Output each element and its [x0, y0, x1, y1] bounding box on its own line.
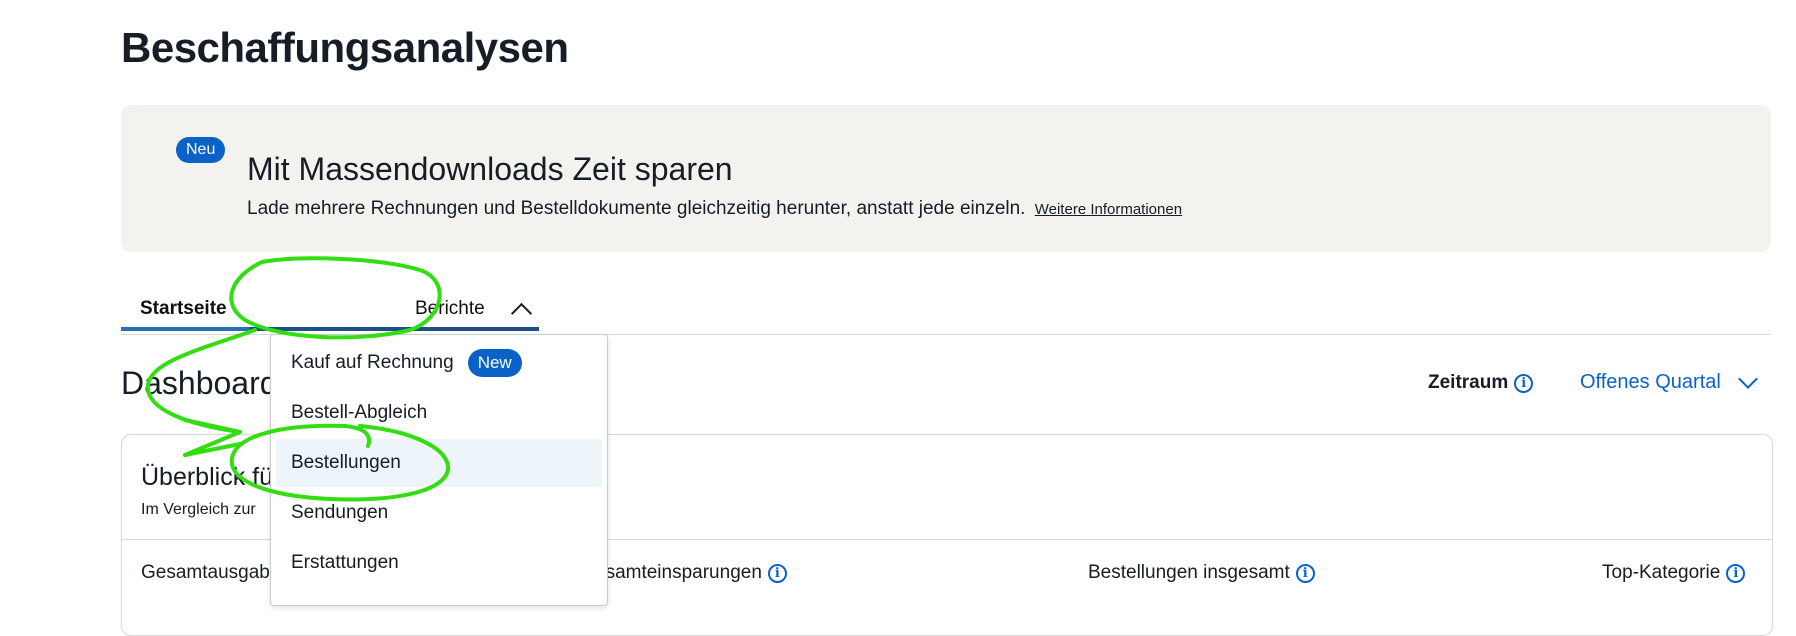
info-icon[interactable]: i [1514, 373, 1534, 393]
info-icon[interactable]: i [767, 563, 787, 583]
promo-banner: Neu Mit Massendownloads Zeit sparen Lade… [121, 105, 1771, 252]
period-label: Zeitraum i [1428, 372, 1534, 394]
tab-label: Berichte [415, 297, 485, 319]
metric-label: Bestellungen insgesamt [1088, 562, 1290, 583]
overview-title: Überblick fü [141, 463, 273, 491]
info-icon[interactable]: i [1726, 563, 1746, 583]
menu-item-bestellungen[interactable]: Bestellungen [276, 439, 602, 487]
menu-item-label: Bestell-Abgleich [291, 402, 428, 423]
promo-description: Lade mehrere Rechnungen und Bestelldokum… [247, 198, 1026, 219]
metric-label: Gesamtausgab [141, 562, 270, 583]
metric-label: esamteinsparungen [595, 562, 762, 583]
metric-total-savings: esamteinsparungen i [595, 562, 787, 584]
tab-startseite[interactable]: Startseite [121, 290, 249, 331]
metric-total-orders: Bestellungen insgesamt i [1088, 562, 1315, 584]
menu-item-erstattungen[interactable]: Erstattungen [276, 539, 602, 587]
dashboard-title: Dashboard [121, 365, 278, 401]
menu-item-sendungen[interactable]: Sendungen [276, 489, 602, 537]
menu-item-kauf-auf-rechnung[interactable]: Kauf auf Rechnung New [276, 339, 602, 387]
tab-bar: Startseite Berichte [121, 290, 1771, 335]
menu-item-label: Sendungen [291, 502, 389, 523]
new-badge: Neu [176, 137, 226, 163]
period-dropdown[interactable]: Offenes Quartal [1580, 368, 1758, 394]
menu-item-label: Erstattungen [291, 552, 399, 573]
tab-berichte[interactable]: Berichte [249, 290, 539, 331]
overview-subtitle: Im Vergleich zur [141, 501, 256, 518]
page-title: Beschaffungsanalysen [121, 24, 569, 71]
info-icon[interactable]: i [1295, 563, 1315, 583]
more-info-link[interactable]: Weitere Informationen [1035, 201, 1182, 218]
promo-text: Lade mehrere Rechnungen und Bestelldokum… [247, 198, 1182, 220]
metric-total-spend: Gesamtausgab [141, 562, 270, 584]
tab-label: Startseite [140, 297, 227, 319]
menu-item-bestell-abgleich[interactable]: Bestell-Abgleich [276, 389, 602, 437]
chevron-up-icon [510, 302, 533, 325]
menu-item-label: Kauf auf Rechnung [291, 352, 454, 373]
metric-label: Top-Kategorie [1602, 562, 1721, 583]
menu-item-label: Bestellungen [291, 452, 401, 473]
chevron-down-icon [1737, 368, 1758, 389]
period-label-text: Zeitraum [1428, 372, 1509, 393]
promo-heading: Mit Massendownloads Zeit sparen [247, 151, 733, 187]
period-value: Offenes Quartal [1580, 371, 1721, 393]
reports-dropdown-menu: Kauf auf Rechnung New Bestell-Abgleich B… [270, 334, 608, 606]
new-badge: New [467, 349, 522, 377]
metric-top-category: Top-Kategorie i [1602, 562, 1746, 584]
